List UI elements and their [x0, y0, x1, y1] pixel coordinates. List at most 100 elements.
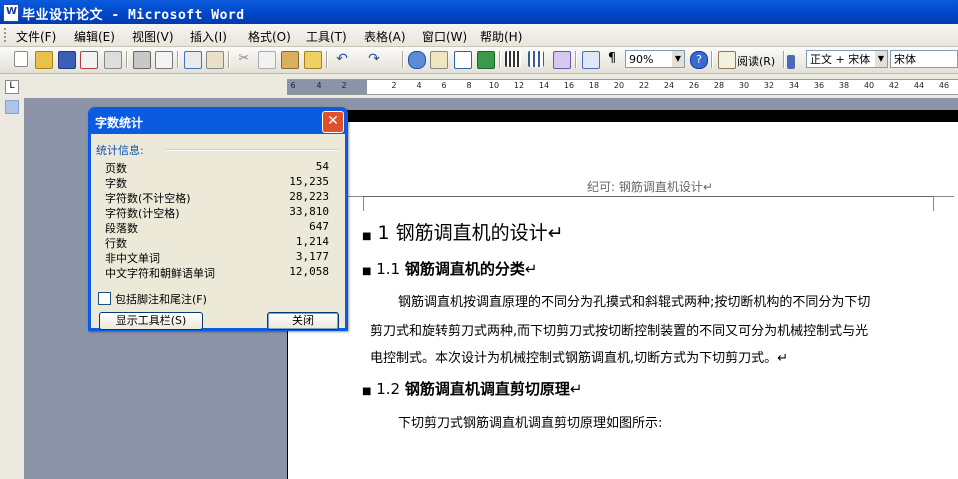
- permission-icon[interactable]: [80, 51, 98, 69]
- ruler-tick: 28: [713, 81, 725, 90]
- include-footnotes-label[interactable]: 包括脚注和尾注(F): [115, 291, 207, 307]
- dialog-title[interactable]: 字数统计: [95, 114, 143, 131]
- horizontal-ruler[interactable]: 6 4 2 2 4 6 8 10 12 14 16 18 20 22 24 26…: [287, 79, 958, 95]
- statistics-section-label: 统计信息:: [96, 144, 144, 157]
- menu-view[interactable]: 视图(V): [132, 28, 174, 45]
- window-title: 毕业设计论文 - Microsoft Word: [22, 8, 245, 23]
- menu-insert[interactable]: 插入(I): [190, 28, 227, 45]
- header-corner-mark: [933, 196, 954, 211]
- email-icon[interactable]: [104, 51, 122, 69]
- show-hide-icon[interactable]: [582, 51, 600, 69]
- paragraph-line[interactable]: 钢筋调直机按调直原理的不同分为孔摸式和斜辊式两种;按切断机构的不同分为下切: [398, 291, 870, 310]
- menu-bar: 文件(F) 编辑(E) 视图(V) 插入(I) 格式(O) 工具(T) 表格(A…: [0, 24, 958, 47]
- heading-2-number: 1.2: [376, 380, 405, 398]
- include-footnotes-checkbox[interactable]: [98, 292, 111, 305]
- copy-icon[interactable]: [258, 51, 276, 69]
- word-app-icon[interactable]: [3, 4, 19, 22]
- heading-2-text: 钢筋调直机调直剪切原理: [404, 380, 570, 398]
- heading-2-text: 钢筋调直机的分类: [404, 260, 525, 278]
- spelling-icon[interactable]: [184, 51, 202, 69]
- document-map-icon[interactable]: [553, 51, 571, 69]
- font-combo[interactable]: 宋体: [890, 50, 958, 68]
- show-hide-mark-icon[interactable]: ¶: [604, 51, 620, 67]
- ruler-tick: 14: [538, 81, 550, 90]
- standard-toolbar: ✂ ↶ ↷ ¶ 90% ▼ ? 阅读(R) 正文 + 宋体 ▼ 宋体: [0, 47, 958, 74]
- heading-2-number: 1.1: [376, 260, 405, 278]
- read-icon[interactable]: [718, 51, 736, 69]
- format-painter-icon[interactable]: [304, 51, 322, 69]
- stat-value: 1,214: [295, 235, 329, 248]
- menu-help[interactable]: 帮助(H): [480, 28, 522, 45]
- menu-grip-icon[interactable]: [4, 28, 9, 42]
- menu-format[interactable]: 格式(O): [248, 28, 291, 45]
- ruler-tick: 18: [588, 81, 600, 90]
- ruler-tick: 36: [813, 81, 825, 90]
- ruler-tick: 26: [688, 81, 700, 90]
- read-button-label[interactable]: 阅读(R): [737, 53, 775, 69]
- close-icon[interactable]: ✕: [322, 111, 344, 133]
- ruler-tick: 22: [638, 81, 650, 90]
- toolbar-separator: [326, 51, 328, 68]
- cut-icon[interactable]: ✂: [236, 51, 252, 67]
- stat-label: 段落数: [105, 222, 138, 235]
- heading-1-text: 1 钢筋调直机的设计↵: [377, 222, 564, 244]
- menu-edit[interactable]: 编辑(E): [74, 28, 115, 45]
- ruler-tick: 46: [938, 81, 950, 90]
- stat-value: 15,235: [289, 175, 329, 188]
- undo-icon[interactable]: ↶: [334, 51, 350, 67]
- close-button[interactable]: 关闭: [267, 312, 339, 330]
- research-icon[interactable]: [206, 51, 224, 69]
- zoom-combo[interactable]: 90% ▼: [625, 50, 685, 68]
- drawing-icon[interactable]: [528, 51, 544, 67]
- ruler-tick: 16: [563, 81, 575, 90]
- stat-value: 28,223: [289, 190, 329, 203]
- menu-tools[interactable]: 工具(T): [306, 28, 347, 45]
- ruler-tick: 12: [513, 81, 525, 90]
- ruler-tick: 2: [391, 81, 397, 90]
- insert-excel-icon[interactable]: [477, 51, 495, 69]
- paragraph-line[interactable]: 电控制式。本次设计为机械控制式钢筋调直机,切断方式为下切剪刀式。↵: [370, 347, 788, 366]
- chevron-down-icon[interactable]: ▼: [875, 51, 887, 67]
- heading-2-principle[interactable]: ■ 1.2 钢筋调直机调直剪切原理↵: [362, 378, 582, 399]
- ruler-tick: 24: [663, 81, 675, 90]
- menu-table[interactable]: 表格(A): [364, 28, 406, 45]
- save-icon[interactable]: [58, 51, 76, 69]
- heading-1[interactable]: ■ 1 钢筋调直机的设计↵: [362, 218, 564, 245]
- stat-label: 页数: [105, 162, 127, 175]
- heading-2-classification[interactable]: ■ 1.1 钢筋调直机的分类↵: [362, 258, 537, 279]
- show-toolbar-button[interactable]: 显示工具栏(S): [99, 312, 203, 330]
- ruler-tick: 38: [838, 81, 850, 90]
- columns-icon[interactable]: [505, 51, 521, 67]
- help-icon[interactable]: ?: [690, 51, 708, 69]
- style-combo[interactable]: 正文 + 宋体 ▼: [806, 50, 888, 68]
- ruler-tick: 10: [488, 81, 500, 90]
- hyperlink-icon[interactable]: [408, 51, 426, 69]
- stat-value: 12,058: [289, 265, 329, 278]
- ruler-tick: 40: [863, 81, 875, 90]
- open-icon[interactable]: [35, 51, 53, 69]
- stat-value: 33,810: [289, 205, 329, 218]
- toolbar-separator: [402, 51, 404, 68]
- stat-label: 中文字符和朝鲜语单词: [105, 267, 215, 280]
- paragraph-line[interactable]: 下切剪刀式钢筋调直机调直剪切原理如图所示:: [398, 412, 662, 431]
- tab-selector-icon[interactable]: L: [5, 80, 19, 94]
- paragraph-line[interactable]: 剪刀式和旋转剪刀式两种,而下切剪刀式按切断控制装置的不同又可分为机械控制式与光: [370, 320, 868, 339]
- new-icon[interactable]: [14, 51, 28, 67]
- redo-icon[interactable]: ↷: [366, 51, 382, 67]
- insert-table-icon[interactable]: [454, 51, 472, 69]
- ruler-tick: 2: [341, 81, 347, 90]
- ruler-selection-icon[interactable]: [5, 100, 19, 114]
- paste-icon[interactable]: [281, 51, 299, 69]
- ruler-tick: 20: [613, 81, 625, 90]
- stat-label: 非中文单词: [105, 252, 160, 265]
- menu-file[interactable]: 文件(F): [16, 28, 56, 45]
- menu-window[interactable]: 窗口(W): [422, 28, 467, 45]
- paragraph-mark: ↵: [569, 380, 583, 398]
- print-icon[interactable]: [133, 51, 151, 69]
- zoom-value: 90%: [629, 53, 654, 66]
- print-preview-icon[interactable]: [155, 51, 173, 69]
- tables-borders-icon[interactable]: [430, 51, 448, 69]
- toolbar-options-icon[interactable]: [787, 55, 795, 69]
- stat-value: 54: [315, 160, 329, 173]
- chevron-down-icon[interactable]: ▼: [672, 51, 684, 67]
